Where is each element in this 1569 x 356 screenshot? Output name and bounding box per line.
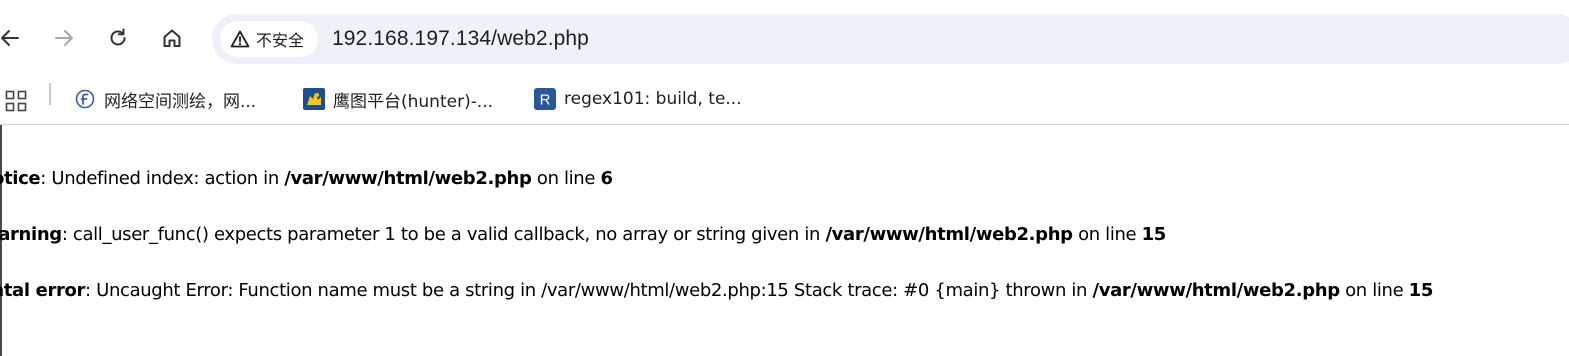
php-notice-line: otice: Undefined index: action in /var/w…	[0, 168, 613, 189]
error-message: : call_user_func() expects parameter 1 t…	[61, 224, 826, 245]
fofa-favicon-icon	[74, 88, 96, 110]
arrow-left-icon	[1, 30, 19, 46]
bookmark-label: regex101: build, te...	[564, 89, 742, 109]
apps-grid-icon	[5, 90, 27, 112]
error-on-line: on line	[1339, 280, 1409, 301]
reload-button[interactable]	[100, 20, 136, 56]
error-file: /var/www/html/web2.php	[1092, 280, 1340, 301]
reload-icon	[110, 28, 126, 46]
address-bar[interactable]: 不安全 192.168.197.134/web2.php	[212, 14, 1569, 64]
bookmark-label: 网络空间测绘，网...	[104, 91, 257, 112]
regex101-favicon-icon: R	[534, 88, 556, 110]
browser-window: 不安全 192.168.197.134/web2.php 网络空间测绘，网...	[0, 0, 1569, 356]
url-text[interactable]: 192.168.197.134/web2.php	[332, 14, 589, 64]
error-type: otice	[0, 168, 41, 189]
bookmark-hunter[interactable]: 鹰图平台(hunter)-...	[303, 82, 493, 116]
bookmarks-bar: 网络空间测绘，网... 鹰图平台(hunter)-... R regex101:…	[0, 78, 1569, 125]
error-line-number: 6	[600, 168, 613, 189]
back-button[interactable]	[0, 20, 28, 56]
error-file: /var/www/html/web2.php	[284, 168, 532, 189]
bookmarks-divider	[49, 83, 51, 105]
warning-icon	[230, 30, 250, 48]
home-icon	[163, 29, 181, 47]
php-warning-line: /arning: call_user_func() expects parame…	[0, 224, 1166, 245]
error-file: /var/www/html/web2.php	[825, 224, 1073, 245]
error-type: atal error	[0, 280, 86, 301]
error-message: : Uncaught Error: Function name must be …	[85, 280, 1093, 301]
error-on-line: on line	[531, 168, 601, 189]
forward-button[interactable]	[46, 20, 82, 56]
bookmark-label: 鹰图平台(hunter)-...	[333, 91, 494, 112]
error-line-number: 15	[1408, 280, 1434, 301]
arrow-right-icon	[55, 30, 73, 46]
security-indicator[interactable]: 不安全	[220, 21, 319, 57]
php-fatal-error-line: atal error: Uncaught Error: Function nam…	[0, 280, 1433, 301]
error-message: : Undefined index: action in	[40, 168, 285, 189]
bookmark-fofa[interactable]: 网络空间测绘，网...	[74, 82, 256, 116]
apps-button[interactable]	[4, 84, 28, 118]
hunter-favicon-icon	[303, 88, 325, 110]
browser-toolbar: 不安全 192.168.197.134/web2.php	[0, 0, 1569, 78]
error-on-line: on line	[1072, 224, 1142, 245]
home-button[interactable]	[154, 20, 190, 56]
bookmark-regex101[interactable]: R regex101: build, te...	[534, 82, 742, 116]
svg-text:R: R	[540, 92, 551, 109]
error-line-number: 15	[1141, 224, 1167, 245]
security-label: 不安全	[256, 31, 305, 50]
error-type: /arning	[0, 224, 62, 245]
